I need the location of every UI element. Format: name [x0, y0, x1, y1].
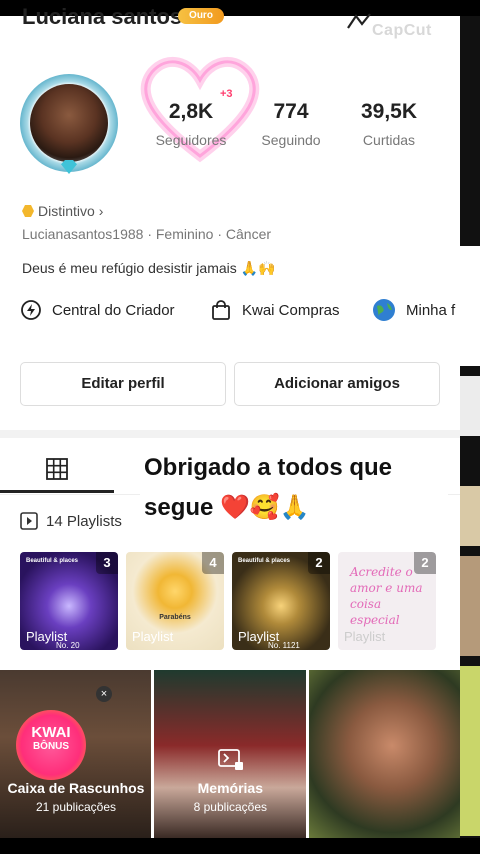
playlists-count-label: 14 Playlists	[46, 512, 122, 530]
playlists-header[interactable]: 14 Playlists	[20, 512, 122, 530]
grid-icon	[46, 458, 68, 480]
drafts-tile[interactable]: × KWAI BÔNUS Caixa de Rascunhos 21 publi…	[0, 670, 152, 838]
playlist-cards: Beautiful & places 3 Playlist No. 20 4 P…	[20, 552, 436, 650]
post-title: Memórias	[197, 780, 263, 796]
my-family-link[interactable]: Minha f	[372, 298, 455, 322]
post-grid: × KWAI BÔNUS Caixa de Rascunhos 21 publi…	[0, 670, 460, 838]
playlist-card[interactable]: Beautiful & places 3 Playlist No. 20	[20, 552, 118, 650]
kwai-badge-label: KWAI	[31, 724, 71, 741]
following-count: 774	[273, 100, 309, 123]
distintivo-link[interactable]: Distintivo ›	[22, 203, 103, 219]
video-tile[interactable]	[308, 670, 460, 838]
playlist-card-caption: Playlist	[132, 629, 174, 644]
likes-stat[interactable]: 39,5K Curtidas	[349, 100, 429, 148]
memories-tile[interactable]: Memórias 8 publicações	[154, 670, 306, 838]
profile-name: Luciana santos	[22, 4, 183, 29]
add-friends-button[interactable]: Adicionar amigos	[234, 362, 440, 406]
level-badge: Ouro	[178, 8, 224, 24]
side-preview-strip	[460, 16, 480, 854]
badge-icon	[22, 205, 34, 217]
post-title: Caixa de Rascunhos	[7, 780, 145, 796]
profile-screen: 2,8K Seguidores +3 774 Seguindo 39,5K Cu…	[0, 0, 460, 854]
playlist-card-number: No. 20	[56, 641, 80, 650]
new-followers-badge: +3	[220, 88, 233, 100]
kwai-shopping-label: Kwai Compras	[242, 301, 340, 319]
active-tab-indicator	[0, 490, 114, 493]
memories-lock-icon	[218, 749, 244, 770]
avatar[interactable]	[20, 74, 118, 174]
distintivo-label: Distintivo	[38, 203, 95, 219]
likes-count: 39,5K	[360, 100, 418, 123]
shopping-bag-icon	[212, 300, 230, 320]
playlist-card-count: 2	[308, 552, 330, 574]
kwai-bonus-badge[interactable]: KWAI BÔNUS	[16, 710, 86, 780]
avatar-photo	[30, 84, 108, 162]
playlist-card[interactable]: Beautiful & places 2 Playlist No. 1121	[232, 552, 330, 650]
close-icon[interactable]: ×	[96, 686, 112, 702]
edit-profile-button[interactable]: Editar perfil	[20, 362, 226, 406]
playlist-card[interactable]: 4 Parabéns Playlist	[126, 552, 224, 650]
section-divider	[0, 430, 460, 438]
playlist-card-count: 3	[96, 552, 118, 574]
followers-count: 2,8K	[168, 100, 214, 123]
likes-label: Curtidas	[362, 132, 416, 148]
share-icon[interactable]	[346, 12, 372, 37]
following-stat[interactable]: 774 Seguindo	[251, 100, 331, 148]
gem-icon	[61, 160, 77, 174]
playlist-card-text: Parabéns	[159, 614, 191, 621]
playlist-icon	[20, 512, 38, 530]
followers-label: Seguidores	[155, 132, 227, 148]
creator-center-label: Central do Criador	[52, 301, 175, 319]
followers-stat[interactable]: 2,8K Seguidores	[151, 100, 231, 148]
playlist-card-title: Beautiful & places	[238, 558, 291, 564]
bottom-black-bar	[0, 838, 480, 854]
creator-center-link[interactable]: Central do Criador	[20, 298, 210, 322]
playlist-card-count: 4	[202, 552, 224, 574]
playlist-card-number: No. 1121	[268, 641, 300, 650]
following-label: Seguindo	[261, 132, 321, 148]
caption-overlay: Obrigado a todos que segue ❤️🥰🙏	[140, 446, 448, 530]
playlist-card-title: Beautiful & places	[26, 558, 79, 564]
capcut-watermark: CapCut	[372, 22, 432, 39]
post-count: 8 publicações	[193, 800, 268, 814]
playlist-card[interactable]: Acredite o amor e uma coisa especial 2 P…	[338, 552, 436, 650]
profile-bio: Deus é meu refúgio desistir jamais 🙏🙌	[22, 260, 276, 276]
chevron-right-icon: ›	[98, 203, 104, 219]
globe-icon	[373, 299, 395, 321]
lightning-icon	[21, 300, 41, 320]
playlist-card-caption: Playlist	[344, 629, 386, 644]
tab-grid[interactable]	[46, 458, 68, 485]
profile-meta: Lucianasantos1988 · Feminino · Câncer	[22, 226, 272, 242]
kwai-shopping-link[interactable]: Kwai Compras	[210, 298, 372, 322]
my-family-label: Minha f	[406, 301, 456, 319]
post-count: 21 publicações	[35, 800, 117, 814]
kwai-badge-sublabel: BÔNUS	[32, 741, 70, 752]
playlist-card-count: 2	[414, 552, 436, 574]
shortcut-row: Central do Criador Kwai Compras Minha f	[20, 298, 455, 322]
